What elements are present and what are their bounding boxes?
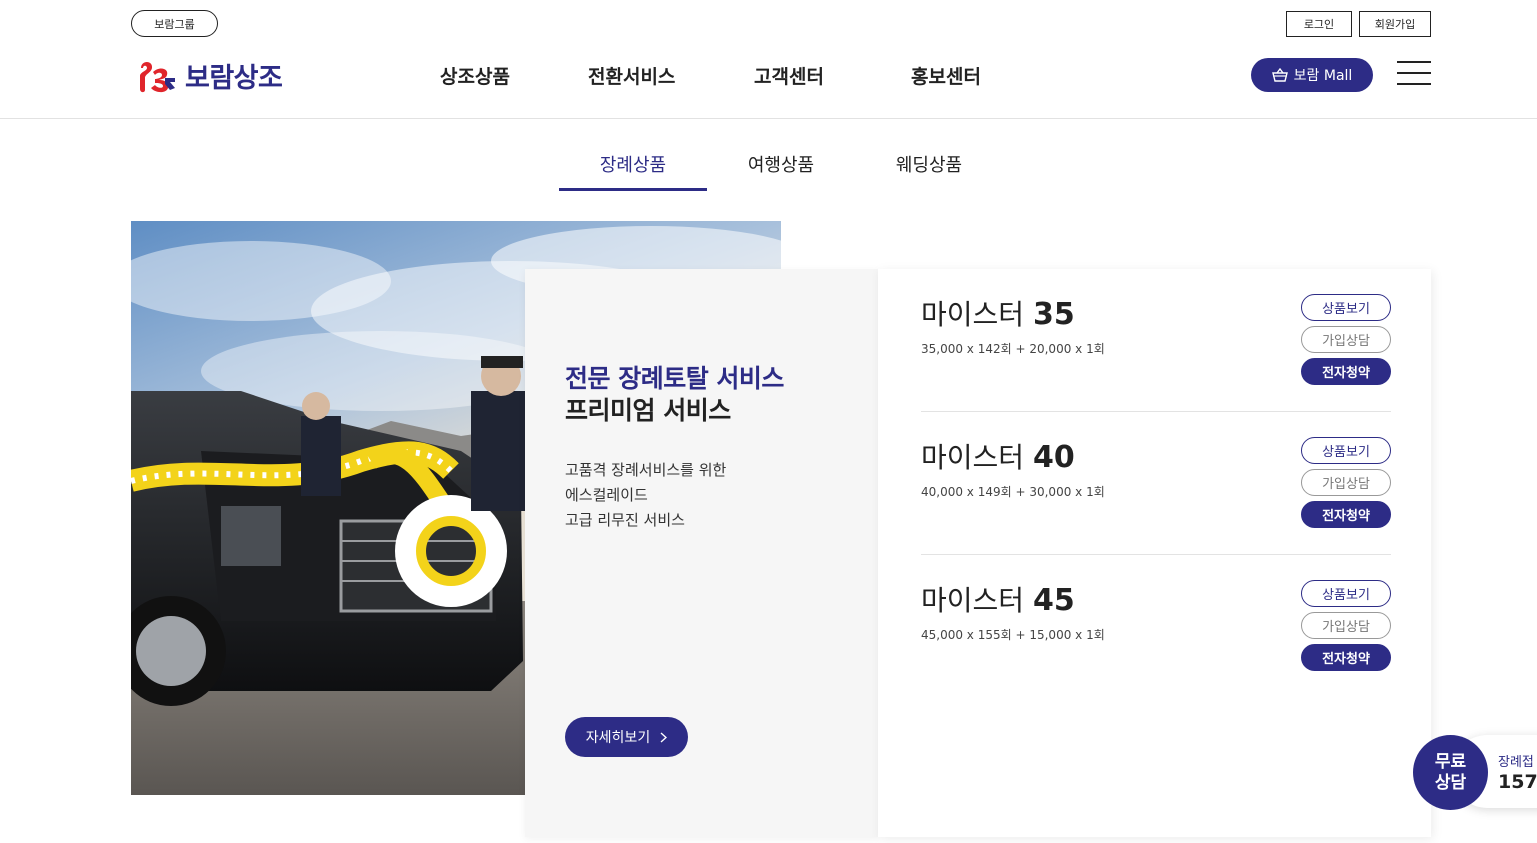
product-list-panel: 마이스터 35 35,000 x 142회 + 20,000 x 1회 상품보기… [878, 269, 1431, 837]
product-item: 마이스터 40 40,000 x 149회 + 30,000 x 1회 상품보기… [921, 412, 1391, 555]
tab-wedding[interactable]: 웨딩상품 [855, 140, 1003, 191]
intro-description: 고품격 장례서비스를 위한 에스컬레이드 고급 리무진 서비스 [565, 458, 726, 533]
product-actions: 상품보기 가입상담 전자청약 [1301, 580, 1391, 671]
logo-mark-icon [140, 61, 175, 92]
product-apply-button[interactable]: 전자청약 [1301, 501, 1391, 528]
floating-consult-phone: 1577 [1498, 771, 1537, 793]
product-apply-button[interactable]: 전자청약 [1301, 358, 1391, 385]
product-tabs: 장례상품 여행상품 웨딩상품 [559, 140, 1003, 191]
product-consult-button[interactable]: 가입상담 [1301, 326, 1391, 353]
tab-funeral[interactable]: 장례상품 [559, 140, 707, 191]
logo-text: 보람상조 [185, 63, 283, 94]
product-name: 마이스터 35 [921, 297, 1075, 332]
product-apply-button[interactable]: 전자청약 [1301, 644, 1391, 671]
mall-button[interactable]: 보람 Mall [1251, 58, 1373, 92]
intro-panel: 전문 장례토탈 서비스 프리미엄 서비스 고품격 장례서비스를 위한 에스컬레이… [525, 269, 878, 837]
intro-title-line1: 전문 장례토탈 서비스 [565, 364, 784, 393]
free-consult-button[interactable]: 무료 상담 [1413, 735, 1488, 810]
floating-consult-label: 장례접 [1498, 755, 1534, 770]
chevron-right-icon [660, 731, 668, 743]
tab-travel[interactable]: 여행상품 [707, 140, 855, 191]
mall-label: 보람 Mall [1293, 68, 1353, 84]
product-number: 45 [1032, 583, 1075, 618]
product-name: 마이스터 45 [921, 583, 1075, 618]
hamburger-icon[interactable] [1397, 61, 1431, 89]
basket-icon [1271, 68, 1288, 82]
group-button[interactable]: 보람그룹 [131, 10, 218, 37]
main-nav: 상조상품 전환서비스 고객센터 홍보센터 [440, 62, 981, 89]
product-price: 40,000 x 149회 + 30,000 x 1회 [921, 485, 1105, 499]
product-number: 40 [1032, 440, 1075, 475]
product-view-button[interactable]: 상품보기 [1301, 580, 1391, 607]
login-button[interactable]: 로그인 [1286, 11, 1352, 37]
floating-consult[interactable]: 무료 상담 장례접 1577 [1413, 735, 1537, 810]
logo[interactable]: 보람상조 [137, 56, 283, 95]
product-view-button[interactable]: 상품보기 [1301, 294, 1391, 321]
nav-item-conversion[interactable]: 전환서비스 [588, 62, 754, 89]
header-divider [0, 118, 1537, 119]
top-links: 로그인 회원가입 [1286, 11, 1431, 37]
product-number: 35 [1032, 297, 1075, 332]
intro-desc-line3: 고급 리무진 서비스 [565, 511, 685, 529]
join-button[interactable]: 회원가입 [1359, 11, 1431, 37]
product-item: 마이스터 35 35,000 x 142회 + 20,000 x 1회 상품보기… [921, 269, 1391, 412]
product-consult-button[interactable]: 가입상담 [1301, 612, 1391, 639]
product-price: 45,000 x 155회 + 15,000 x 1회 [921, 628, 1105, 642]
intro-desc-line1: 고품격 장례서비스를 위한 [565, 461, 727, 479]
free-consult-line1: 무료 [1434, 751, 1467, 772]
product-price: 35,000 x 142회 + 20,000 x 1회 [921, 342, 1105, 356]
detail-button[interactable]: 자세히보기 [565, 717, 688, 757]
nav-item-pr[interactable]: 홍보센터 [911, 62, 981, 89]
nav-item-customer[interactable]: 고객센터 [754, 62, 911, 89]
product-actions: 상품보기 가입상담 전자청약 [1301, 437, 1391, 528]
product-item: 마이스터 45 45,000 x 155회 + 15,000 x 1회 상품보기… [921, 555, 1391, 698]
free-consult-line2: 상담 [1434, 772, 1467, 793]
intro-desc-line2: 에스컬레이드 [565, 486, 648, 504]
product-name: 마이스터 40 [921, 440, 1075, 475]
product-consult-button[interactable]: 가입상담 [1301, 469, 1391, 496]
nav-item-products[interactable]: 상조상품 [440, 62, 588, 89]
intro-title-line2: 프리미엄 서비스 [565, 396, 731, 425]
product-actions: 상품보기 가입상담 전자청약 [1301, 294, 1391, 385]
detail-label: 자세히보기 [585, 730, 651, 746]
product-view-button[interactable]: 상품보기 [1301, 437, 1391, 464]
